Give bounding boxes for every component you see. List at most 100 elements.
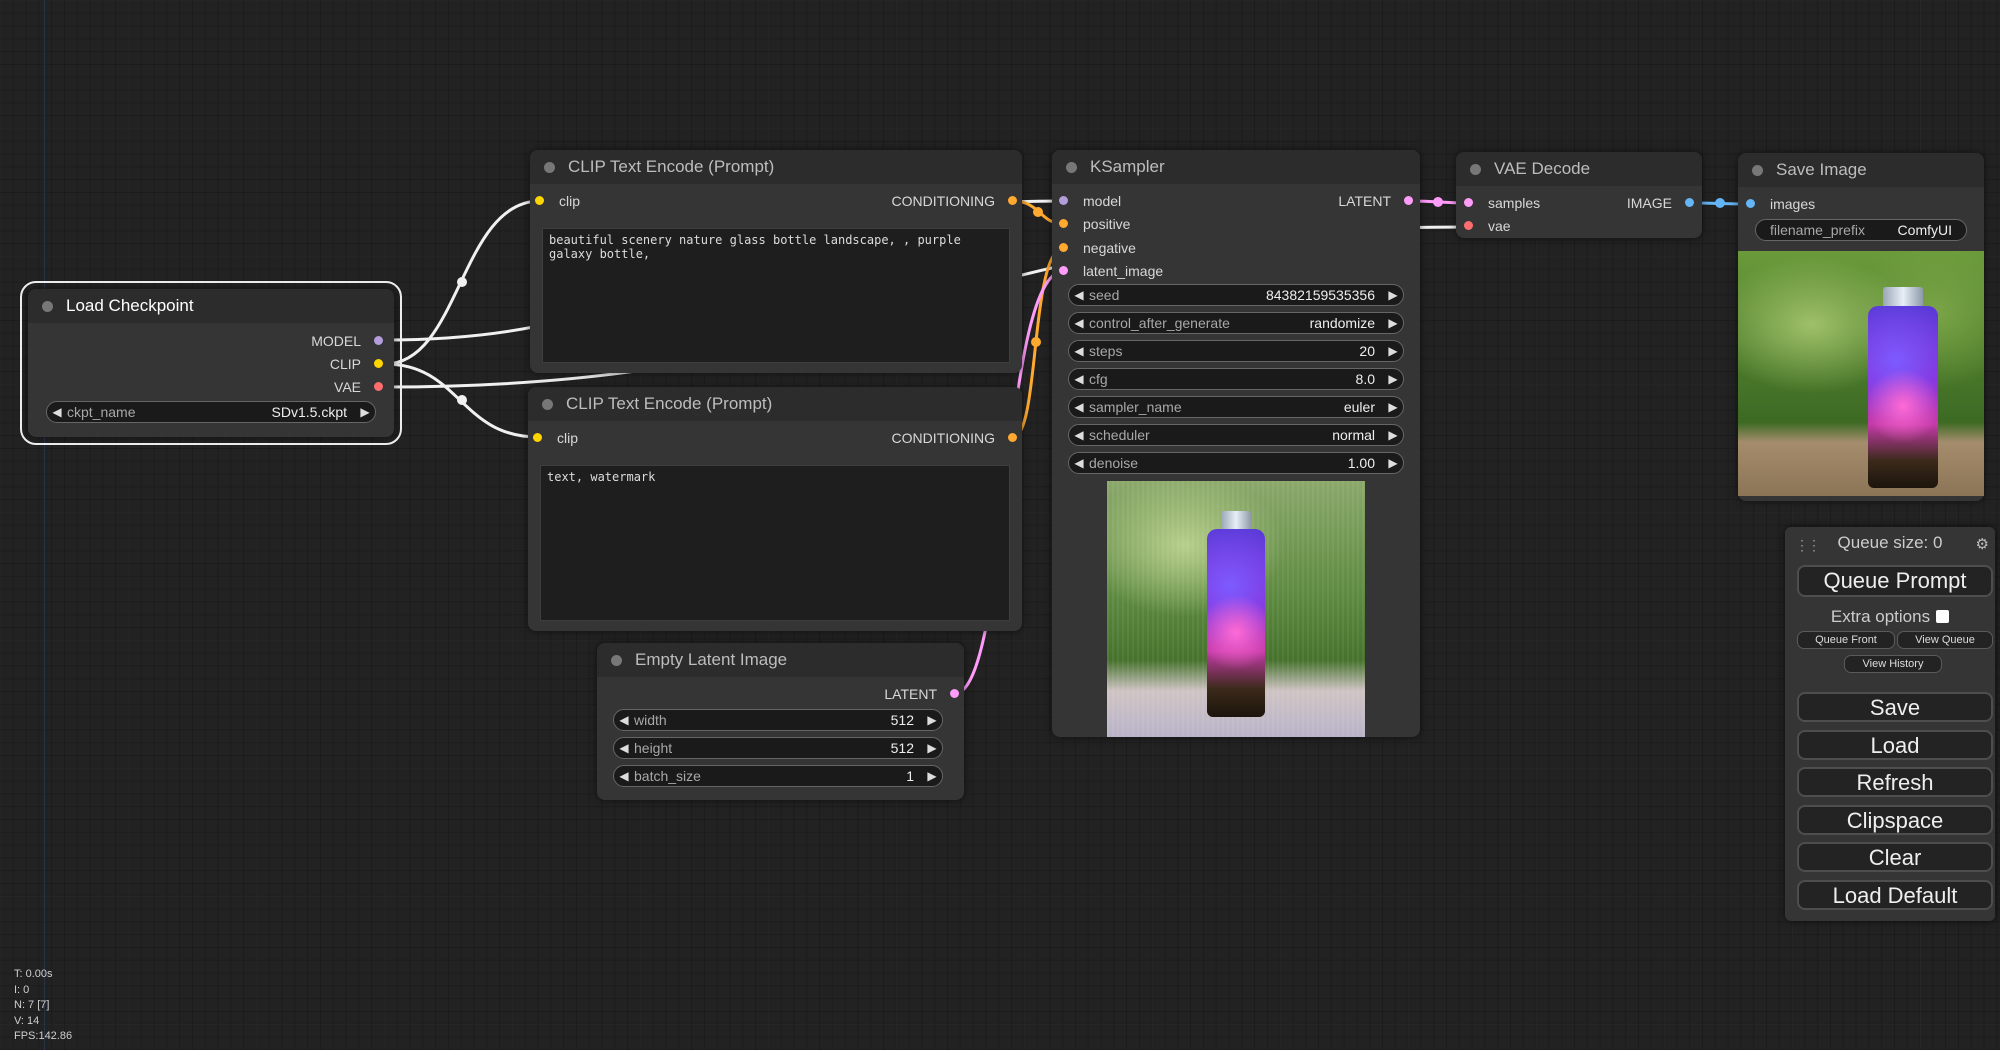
arrow-right-icon[interactable]: ▶ — [922, 713, 942, 727]
prompt-textarea[interactable]: text, watermark — [540, 465, 1010, 621]
arrow-left-icon[interactable]: ◀ — [1069, 372, 1089, 386]
image-pin-icon[interactable] — [1746, 199, 1755, 208]
arrow-right-icon[interactable]: ▶ — [1383, 372, 1403, 386]
collapse-dot-icon[interactable] — [1066, 162, 1077, 173]
node-title[interactable]: CLIP Text Encode (Prompt) — [528, 387, 1022, 421]
clip-pin-icon[interactable] — [533, 433, 542, 442]
load-button[interactable]: Load — [1797, 730, 1993, 760]
width-widget[interactable]: ◀ width 512 ▶ — [613, 709, 943, 731]
clip-pin-icon[interactable] — [374, 359, 383, 368]
arrow-right-icon[interactable]: ▶ — [355, 405, 375, 419]
node-title[interactable]: VAE Decode — [1456, 152, 1702, 186]
output-vae[interactable]: VAE — [334, 378, 383, 396]
arrow-right-icon[interactable]: ▶ — [1383, 344, 1403, 358]
extra-options-checkbox[interactable] — [1936, 610, 1950, 623]
node-empty-latent-image[interactable]: Empty Latent Image LATENT ◀ width 512 ▶ ◀ he… — [597, 643, 964, 800]
arrow-left-icon[interactable]: ◀ — [1069, 400, 1089, 414]
output-clip[interactable]: CLIP — [330, 355, 383, 373]
output-conditioning[interactable]: CONDITIONING — [892, 429, 1017, 447]
node-title[interactable]: Load Checkpoint — [28, 289, 394, 323]
extra-options[interactable]: Extra options — [1785, 607, 1995, 627]
node-vae-decode[interactable]: VAE Decode samples vae IMAGE — [1456, 152, 1702, 238]
arrow-left-icon[interactable]: ◀ — [614, 713, 634, 727]
input-clip[interactable]: clip — [535, 192, 580, 210]
input-negative[interactable]: negative — [1059, 239, 1136, 257]
arrow-left-icon[interactable]: ◀ — [1069, 288, 1089, 302]
conditioning-pin-icon[interactable] — [1008, 196, 1017, 205]
latent-pin-icon[interactable] — [1059, 266, 1068, 275]
conditioning-pin-icon[interactable] — [1059, 243, 1068, 252]
queue-prompt-button[interactable]: Queue Prompt — [1797, 565, 1993, 597]
latent-pin-icon[interactable] — [950, 689, 959, 698]
seed-widget[interactable]: ◀ seed 84382159535356 ▶ — [1068, 284, 1404, 306]
node-load-checkpoint[interactable]: Load Checkpoint MODEL CLIP VAE ◀ ckpt_na… — [20, 281, 402, 445]
view-queue-button[interactable]: View Queue — [1897, 631, 1993, 649]
clipspace-button[interactable]: Clipspace — [1797, 805, 1993, 835]
denoise-widget[interactable]: ◀ denoise 1.00 ▶ — [1068, 452, 1404, 474]
conditioning-pin-icon[interactable] — [1059, 219, 1068, 228]
arrow-right-icon[interactable]: ▶ — [922, 769, 942, 783]
arrow-right-icon[interactable]: ▶ — [1383, 428, 1403, 442]
output-conditioning[interactable]: CONDITIONING — [892, 192, 1017, 210]
arrow-right-icon[interactable]: ▶ — [1383, 288, 1403, 302]
batch-size-widget[interactable]: ◀ batch_size 1 ▶ — [613, 765, 943, 787]
arrow-right-icon[interactable]: ▶ — [922, 741, 942, 755]
arrow-left-icon[interactable]: ◀ — [1069, 456, 1089, 470]
save-button[interactable]: Save — [1797, 692, 1993, 722]
output-latent[interactable]: LATENT — [884, 685, 959, 703]
latent-pin-icon[interactable] — [1404, 196, 1413, 205]
input-clip[interactable]: clip — [533, 429, 578, 447]
queue-front-button[interactable]: Queue Front — [1797, 631, 1895, 649]
output-latent[interactable]: LATENT — [1338, 192, 1413, 210]
arrow-right-icon[interactable]: ▶ — [1383, 316, 1403, 330]
node-ksampler[interactable]: KSampler model positive negative latent_… — [1052, 150, 1420, 737]
output-model[interactable]: MODEL — [311, 332, 383, 350]
arrow-left-icon[interactable]: ◀ — [614, 769, 634, 783]
model-pin-icon[interactable] — [374, 336, 383, 345]
model-pin-icon[interactable] — [1059, 196, 1068, 205]
image-pin-icon[interactable] — [1685, 198, 1694, 207]
clear-button[interactable]: Clear — [1797, 842, 1993, 872]
arrow-left-icon[interactable]: ◀ — [47, 405, 67, 419]
clip-pin-icon[interactable] — [535, 196, 544, 205]
ckpt-name-widget[interactable]: ◀ ckpt_name SDv1.5.ckpt ▶ — [46, 401, 376, 423]
arrow-left-icon[interactable]: ◀ — [1069, 428, 1089, 442]
scheduler-widget[interactable]: ◀ scheduler normal ▶ — [1068, 424, 1404, 446]
input-latent-image[interactable]: latent_image — [1059, 262, 1163, 280]
collapse-dot-icon[interactable] — [1470, 164, 1481, 175]
arrow-left-icon[interactable]: ◀ — [1069, 344, 1089, 358]
input-images[interactable]: images — [1746, 195, 1815, 213]
height-widget[interactable]: ◀ height 512 ▶ — [613, 737, 943, 759]
conditioning-pin-icon[interactable] — [1008, 433, 1017, 442]
arrow-left-icon[interactable]: ◀ — [614, 741, 634, 755]
arrow-right-icon[interactable]: ▶ — [1383, 456, 1403, 470]
view-history-button[interactable]: View History — [1844, 655, 1942, 673]
arrow-right-icon[interactable]: ▶ — [1383, 400, 1403, 414]
sampler-name-widget[interactable]: ◀ sampler_name euler ▶ — [1068, 396, 1404, 418]
input-vae[interactable]: vae — [1464, 217, 1511, 235]
latent-pin-icon[interactable] — [1464, 198, 1473, 207]
input-positive[interactable]: positive — [1059, 215, 1130, 233]
collapse-dot-icon[interactable] — [1752, 165, 1763, 176]
node-save-image[interactable]: Save Image images filename_prefix ComfyU… — [1738, 153, 1984, 501]
input-samples[interactable]: samples — [1464, 194, 1540, 212]
node-clip-text-encode-positive[interactable]: CLIP Text Encode (Prompt) clip CONDITION… — [530, 150, 1022, 373]
load-default-button[interactable]: Load Default — [1797, 880, 1993, 910]
input-model[interactable]: model — [1059, 192, 1121, 210]
prompt-textarea[interactable]: beautiful scenery nature glass bottle la… — [542, 228, 1010, 363]
control-after-generate-widget[interactable]: ◀ control_after_generate randomize ▶ — [1068, 312, 1404, 334]
arrow-left-icon[interactable]: ◀ — [1069, 316, 1089, 330]
output-image[interactable]: IMAGE — [1627, 194, 1694, 212]
filename-prefix-widget[interactable]: filename_prefix ComfyUI — [1755, 219, 1967, 241]
refresh-button[interactable]: Refresh — [1797, 767, 1993, 797]
node-clip-text-encode-negative[interactable]: CLIP Text Encode (Prompt) clip CONDITION… — [528, 387, 1022, 631]
node-title[interactable]: CLIP Text Encode (Prompt) — [530, 150, 1022, 184]
node-title[interactable]: Save Image — [1738, 153, 1984, 187]
cfg-widget[interactable]: ◀ cfg 8.0 ▶ — [1068, 368, 1404, 390]
node-title[interactable]: KSampler — [1052, 150, 1420, 184]
vae-pin-icon[interactable] — [374, 382, 383, 391]
collapse-dot-icon[interactable] — [42, 301, 53, 312]
gear-icon[interactable]: ⚙ — [1976, 535, 1989, 553]
node-title[interactable]: Empty Latent Image — [597, 643, 964, 677]
collapse-dot-icon[interactable] — [542, 399, 553, 410]
